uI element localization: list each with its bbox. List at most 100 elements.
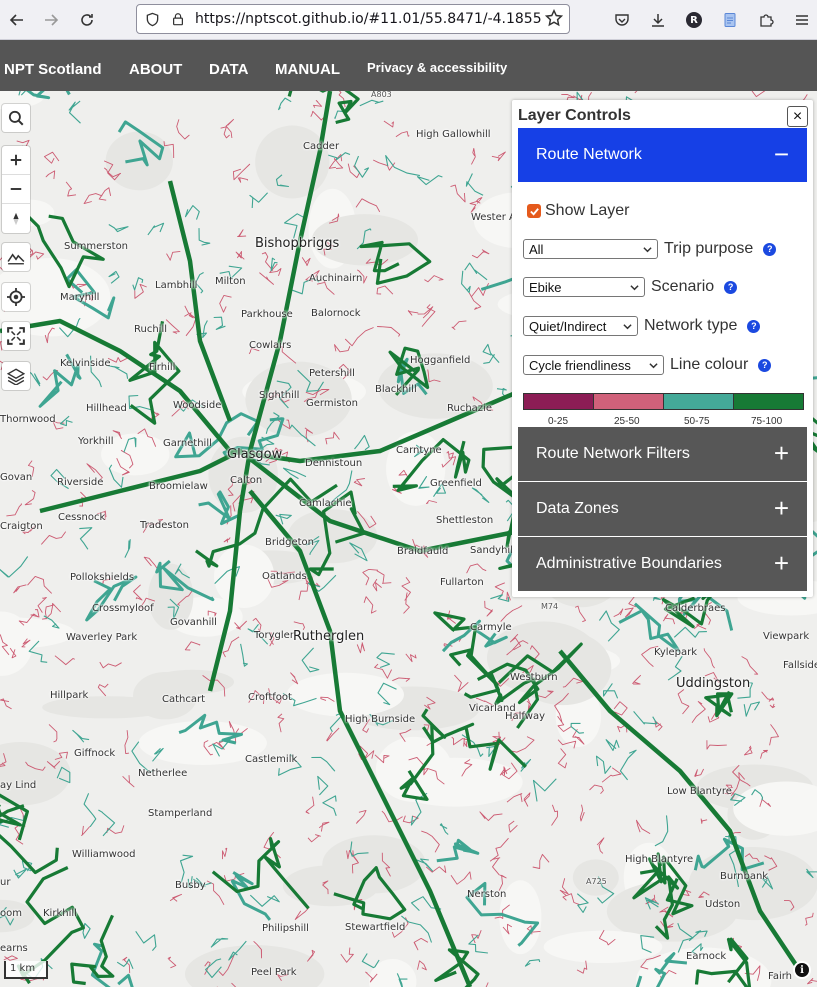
place-label: Busby	[175, 880, 206, 891]
fullscreen-icon	[7, 327, 25, 345]
document-extension-icon[interactable]	[712, 0, 748, 40]
place-label: Rutherglen	[293, 629, 365, 644]
layer-controls-panel: Layer Controls × Route Network − Show La…	[512, 100, 813, 597]
place-label: Auchinairn	[309, 273, 363, 284]
place-label: Williamwood	[72, 849, 136, 860]
line-colour-select[interactable]: Cycle friendliness	[523, 355, 664, 375]
brand-link[interactable]: NPT Scotland	[4, 61, 102, 78]
compass-button[interactable]	[2, 204, 30, 233]
route-network-accordion-header[interactable]: Route Network −	[518, 128, 807, 182]
road-label-a803: A803	[371, 91, 392, 99]
back-button[interactable]	[0, 3, 34, 37]
place-label: Peel Park	[251, 967, 297, 978]
data-zones-accordion-header[interactable]: Data Zones +	[518, 482, 807, 536]
place-label: Hogganfield	[410, 355, 471, 366]
attribution-button[interactable]: i	[793, 961, 811, 979]
place-label: Cowlairs	[249, 340, 292, 351]
route-network-filters-heading: Route Network Filters	[536, 445, 690, 462]
place-label: Stewartfield	[345, 922, 406, 933]
close-panel-button[interactable]: ×	[787, 106, 808, 127]
place-label: Carmyle	[470, 622, 512, 633]
zoom-in-button[interactable]	[2, 146, 30, 175]
place-label: Milton	[215, 276, 246, 287]
place-label: Govanhill	[170, 617, 217, 628]
help-question-icon[interactable]: ?	[724, 280, 738, 294]
reload-icon	[81, 14, 93, 26]
menu-hamburger-icon[interactable]	[784, 0, 817, 40]
place-label: Greenfield	[430, 478, 482, 489]
forward-button[interactable]	[34, 3, 68, 37]
avatar-initial: R	[686, 12, 702, 28]
fullscreen-button[interactable]	[2, 322, 30, 350]
show-layer-checkbox[interactable]	[527, 204, 541, 218]
place-label: Glasgow	[227, 447, 283, 462]
administrative-boundaries-accordion-header[interactable]: Administrative Boundaries +	[518, 537, 807, 591]
place-label: Firhill	[149, 362, 176, 373]
place-label: Uddingston	[676, 676, 751, 691]
line-colour-label: Line colour	[670, 356, 749, 373]
reload-button[interactable]	[70, 3, 104, 37]
plus-icon	[10, 154, 22, 166]
trip-purpose-value: All	[529, 241, 544, 257]
place-label: Crossmyloof	[92, 603, 154, 614]
place-label: High Gallowhill	[416, 129, 491, 140]
help-question-icon[interactable]: ?	[747, 319, 761, 333]
data-zones-heading: Data Zones	[536, 500, 619, 517]
place-label: Croftfoot	[248, 692, 292, 703]
place-label: Ruchazie	[447, 403, 492, 414]
legend-swatch-50-75	[664, 394, 734, 409]
place-label: Viewpark	[763, 631, 810, 642]
place-label: Broomielaw	[149, 481, 208, 492]
place-label: Fullarton	[440, 577, 484, 588]
place-label: Calton	[230, 475, 263, 486]
nav-about[interactable]: ABOUT	[129, 61, 182, 78]
minus-icon	[10, 188, 22, 190]
geolocate-button[interactable]	[2, 283, 30, 311]
place-label: Westburn	[510, 672, 558, 683]
scenario-select[interactable]: Ebike	[523, 277, 645, 297]
place-label: Waverley Park	[66, 632, 138, 643]
search-button[interactable]	[2, 104, 30, 132]
line-colour-row: Cycle friendliness Line colour ?	[523, 355, 772, 375]
downloads-icon[interactable]	[640, 0, 676, 40]
place-label: Kylepark	[654, 647, 698, 658]
search-icon	[8, 110, 24, 126]
nav-data[interactable]: DATA	[209, 61, 248, 78]
expand-plus-icon: +	[773, 438, 789, 468]
zoom-controls	[2, 146, 30, 233]
bookmark-star-icon[interactable]	[544, 8, 564, 31]
zoom-out-button[interactable]	[2, 175, 30, 204]
place-label: Earnock	[686, 951, 727, 962]
place-label: Sandyhill	[470, 545, 516, 556]
place-label: earns	[0, 943, 28, 954]
place-label: Hillpark	[50, 690, 89, 701]
chevron-down-icon	[643, 247, 652, 253]
network-type-select[interactable]: Quiet/Indirect	[523, 316, 638, 336]
extensions-puzzle-icon[interactable]	[748, 0, 784, 40]
help-question-icon[interactable]: ?	[758, 358, 772, 372]
close-icon: ×	[792, 107, 803, 125]
route-network-filters-accordion-header[interactable]: Route Network Filters +	[518, 427, 807, 481]
nav-manual[interactable]: MANUAL	[275, 61, 340, 78]
nav-privacy[interactable]: Privacy & accessibility	[367, 60, 507, 75]
mountain-icon	[7, 253, 25, 265]
basemap-layers-button[interactable]	[2, 362, 30, 390]
place-label: Fallside	[783, 660, 817, 671]
lock-icon[interactable]	[167, 8, 189, 30]
network-type-label: Network type	[644, 317, 738, 334]
browser-toolbar: https://nptscot.github.io/#11.01/55.8471…	[0, 0, 817, 40]
place-label: Udston	[705, 899, 741, 910]
account-avatar[interactable]: R	[676, 0, 712, 40]
terrain-button[interactable]	[2, 243, 30, 271]
place-label: Calderbraes	[665, 603, 726, 614]
help-question-icon[interactable]: ?	[763, 242, 777, 256]
place-label: Ruchill	[134, 324, 168, 335]
pocket-icon[interactable]	[604, 0, 640, 40]
url-bar[interactable]: https://nptscot.github.io/#11.01/55.8471…	[136, 4, 570, 34]
place-label: Balornock	[311, 308, 361, 319]
show-layer-toggle[interactable]: Show Layer	[527, 202, 630, 220]
place-label: Thornwood	[0, 414, 56, 425]
shield-icon[interactable]	[141, 8, 163, 30]
place-label: Cadder	[303, 141, 340, 152]
trip-purpose-select[interactable]: All	[523, 239, 658, 259]
